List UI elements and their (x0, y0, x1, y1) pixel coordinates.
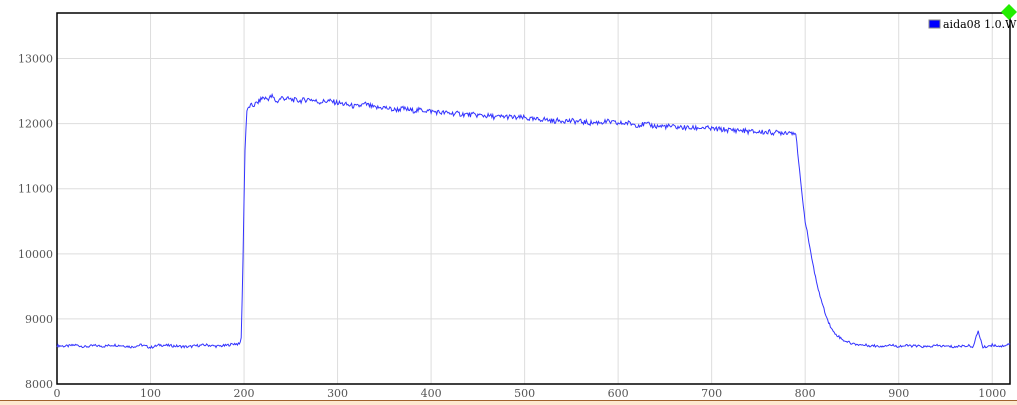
x-tick-label: 100 (140, 387, 161, 400)
x-tick-label: 900 (888, 387, 909, 400)
line-chart: 0 100 200 300 400 500 600 700 800 900 1000 8000 900… (18, 4, 1017, 400)
x-tick-label: 500 (514, 387, 535, 400)
bottom-bar (0, 400, 1017, 405)
x-tick-label: 0 (54, 387, 61, 400)
legend: aida08 1.0.W (928, 18, 1017, 31)
y-tick-label: 10000 (18, 248, 53, 261)
plot-frame (56, 12, 1011, 385)
y-tick-label: 8000 (25, 378, 53, 391)
x-tick-label: 1000 (978, 387, 1006, 400)
legend-swatch (928, 19, 941, 29)
x-axis: 0 100 200 300 400 500 600 700 800 900 1000 (54, 387, 1007, 400)
series-line-aida08 (56, 92, 1011, 350)
grid (56, 13, 1010, 385)
chart-container: 0 100 200 300 400 500 600 700 800 900 1000 8000 900… (0, 0, 1017, 405)
y-tick-label: 11000 (18, 183, 53, 196)
y-axis: 8000 9000 10000 11000 12000 13000 (18, 53, 53, 391)
y-tick-label: 12000 (18, 118, 53, 131)
x-tick-label: 700 (701, 387, 722, 400)
x-tick-label: 300 (327, 387, 348, 400)
y-tick-label: 13000 (18, 53, 53, 66)
x-tick-label: 400 (421, 387, 442, 400)
y-tick-label: 9000 (25, 313, 53, 326)
x-tick-label: 200 (234, 387, 255, 400)
legend-label: aida08 1.0.W (943, 18, 1017, 31)
x-tick-label: 600 (608, 387, 629, 400)
x-tick-label: 800 (795, 387, 816, 400)
